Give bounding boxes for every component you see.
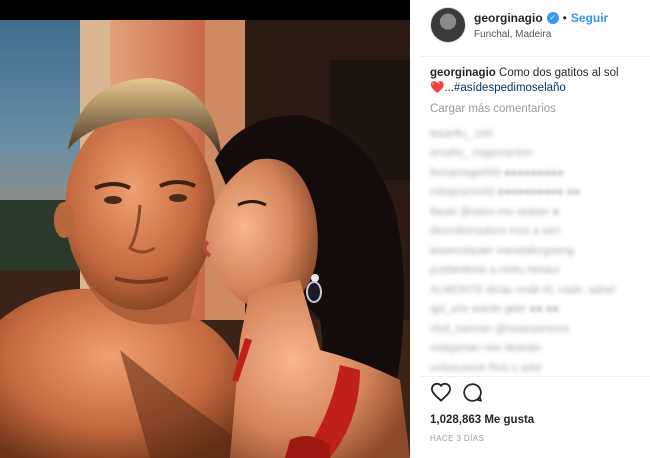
comment-row: flauto @sano.mu seaser ●	[430, 205, 560, 218]
caption-hashtag[interactable]: #asídespedimoselaño	[454, 82, 566, 94]
post-header: georginagio ✓ • Seguir Funchal, Madeira	[420, 0, 650, 50]
caption-username[interactable]: georginagio	[430, 67, 496, 79]
header-text: georginagio ✓ • Seguir Funchal, Madeira	[474, 11, 608, 40]
actions-divider	[420, 376, 650, 377]
comment-row: fornarosgo000 ●●●●●●●●●	[430, 166, 564, 179]
caption-emoji: ❤️	[430, 82, 445, 94]
comment-row: lesemotauter mendaforgoong	[430, 244, 574, 257]
comment-row: ALMONTE dinas unde Al, vado, adnel	[430, 283, 616, 296]
verified-badge-icon: ✓	[546, 11, 559, 24]
comment-row: vlod_kaonan @saaeaarsnos	[430, 322, 570, 335]
comment-row: robajoanm00 ●●●●●●●●●● ●●	[430, 186, 581, 199]
comment-row: lesarifu_ 100	[430, 127, 493, 140]
post-timestamp: HACE 3 DÍAS	[430, 434, 485, 443]
likes-count[interactable]: 1,028,863 Me gusta	[430, 414, 534, 426]
comment-row: desmitomadore mos a serr	[430, 225, 561, 238]
avatar[interactable]	[430, 7, 466, 43]
heart-icon[interactable]	[430, 382, 452, 403]
username-link[interactable]: georginagio	[474, 11, 543, 25]
header-line: georginagio ✓ • Seguir	[474, 11, 608, 25]
header-divider	[420, 56, 650, 57]
comment-row: vsiagonan nos deanan	[430, 342, 541, 355]
follow-button[interactable]: Seguir	[571, 11, 608, 25]
caption-ellipsis: ...	[444, 82, 454, 94]
comments-list: lesarifu_ 100 arsafio_ mapovanton fornaros…	[430, 124, 645, 378]
load-more-comments-button[interactable]: Cargar más comentarios	[430, 103, 556, 115]
comment-row: puslandone a motu nesaur	[430, 264, 561, 277]
comment-row: qpl_unx wardo geer ●● ●●	[430, 303, 560, 316]
comment-icon[interactable]	[462, 382, 483, 403]
post-caption: georginagio Como dos gatitos al sol ❤️..…	[430, 66, 645, 96]
location-link[interactable]: Funchal, Madeira	[474, 29, 608, 40]
post-actions	[430, 382, 483, 403]
post-photo[interactable]	[0, 0, 410, 458]
post-sidebar: georginagio ✓ • Seguir Funchal, Madeira …	[420, 0, 650, 458]
comment-row: unlasusese Ros u ador	[430, 361, 543, 374]
separator-dot: •	[562, 10, 567, 25]
comment-row: arsafio_ mapovanton	[430, 147, 533, 160]
post-image	[0, 20, 410, 458]
photo-top-bar	[0, 0, 410, 20]
caption-text: Como dos gatitos al sol	[499, 67, 619, 79]
